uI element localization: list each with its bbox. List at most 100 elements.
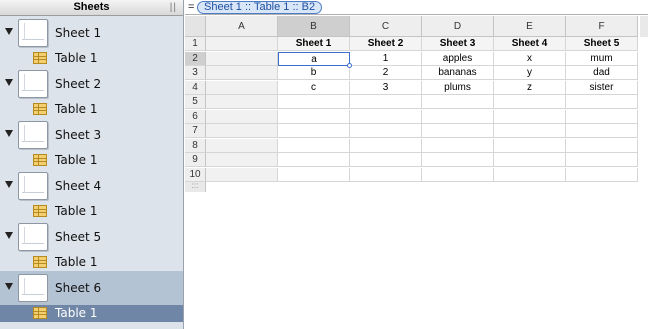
table-item[interactable]: Table 1 (0, 203, 183, 220)
table-cell[interactable]: 3 (350, 80, 422, 95)
table-cell[interactable] (566, 167, 638, 182)
table-cell[interactable] (494, 138, 566, 153)
formula-bar[interactable]: = Sheet 1 :: Table 1 :: B2 (185, 0, 648, 15)
table-cell[interactable]: plums (422, 80, 494, 95)
table-cell[interactable]: mum (566, 51, 638, 66)
table-cell[interactable] (206, 51, 278, 66)
table-cell[interactable] (422, 124, 494, 138)
table-cell[interactable] (206, 138, 278, 153)
disclosure-triangle-icon[interactable] (5, 28, 13, 35)
selection-fill-handle[interactable] (347, 63, 352, 68)
table-cell[interactable]: b (278, 66, 350, 80)
disclosure-triangle-icon[interactable] (5, 283, 13, 290)
table-cell[interactable] (350, 153, 422, 167)
table-cell[interactable] (206, 95, 278, 109)
table-cell[interactable] (422, 95, 494, 109)
table-cell[interactable]: bananas (422, 66, 494, 80)
table-cell[interactable]: y (494, 66, 566, 80)
row-header[interactable]: 3 (185, 66, 206, 80)
table-cell[interactable]: 1 (350, 51, 422, 66)
header-cell[interactable]: Sheet 2 (350, 37, 422, 51)
table-cell[interactable] (566, 109, 638, 124)
table-cell[interactable] (278, 124, 350, 138)
table-item[interactable]: Table 1 (0, 50, 183, 67)
column-header[interactable]: F (566, 16, 638, 37)
sidebar-resize-grip[interactable]: || (170, 0, 177, 15)
header-cell[interactable]: Sheet 5 (566, 37, 638, 51)
table-cell[interactable] (206, 153, 278, 167)
sheet-item[interactable]: Sheet 5 (0, 220, 183, 254)
table-item[interactable]: Table 1 (0, 101, 183, 118)
table-item[interactable]: Table 1 (0, 254, 183, 271)
sheet-item[interactable]: Sheet 1 (0, 16, 183, 50)
row-header[interactable]: 1 (185, 37, 206, 51)
table-item[interactable]: Table 1 (0, 305, 183, 322)
table-cell[interactable] (422, 109, 494, 124)
sheet-item[interactable]: Sheet 4 (0, 169, 183, 203)
table-cell[interactable] (206, 167, 278, 182)
row-header[interactable]: 4 (185, 80, 206, 95)
table-cell[interactable] (206, 109, 278, 124)
table-cell[interactable] (350, 124, 422, 138)
row-header[interactable]: 9 (185, 153, 206, 167)
row-header[interactable]: 5 (185, 95, 206, 109)
table-cell[interactable]: x (494, 51, 566, 66)
column-header[interactable]: E (494, 16, 566, 37)
sheet-item[interactable]: Sheet 2 (0, 67, 183, 101)
header-cell[interactable]: Sheet 4 (494, 37, 566, 51)
table-cell[interactable] (350, 138, 422, 153)
column-header[interactable]: D (422, 16, 494, 37)
table-cell[interactable] (278, 95, 350, 109)
column-header[interactable]: B (278, 16, 350, 37)
row-header[interactable]: 8 (185, 138, 206, 153)
table-cell[interactable] (278, 109, 350, 124)
table-cell[interactable] (350, 167, 422, 182)
table-cell[interactable] (206, 124, 278, 138)
table-cell[interactable] (566, 153, 638, 167)
disclosure-triangle-icon[interactable] (5, 79, 13, 86)
table-cell[interactable]: dad (566, 66, 638, 80)
table-cell[interactable] (206, 80, 278, 95)
table-cell[interactable]: z (494, 80, 566, 95)
table-cell[interactable]: sister (566, 80, 638, 95)
table-cell[interactable] (566, 138, 638, 153)
table-cell[interactable] (278, 153, 350, 167)
row-header[interactable]: 7 (185, 124, 206, 138)
table-cell[interactable] (278, 138, 350, 153)
table-cell[interactable] (494, 124, 566, 138)
row-header[interactable]: 10 (185, 167, 206, 182)
table-cell[interactable] (566, 95, 638, 109)
table-cell[interactable] (350, 95, 422, 109)
table-cell[interactable]: c (278, 80, 350, 95)
table-cell[interactable] (494, 167, 566, 182)
disclosure-triangle-icon[interactable] (5, 130, 13, 137)
table-cell[interactable]: apples (422, 51, 494, 66)
table-item[interactable]: Table 1 (0, 152, 183, 169)
table-cell[interactable] (566, 124, 638, 138)
table-cell[interactable] (422, 167, 494, 182)
disclosure-triangle-icon[interactable] (5, 232, 13, 239)
table-cell[interactable] (422, 153, 494, 167)
table-corner-handle[interactable] (185, 16, 206, 37)
add-row-handle[interactable]: ::: (185, 182, 206, 192)
column-header[interactable]: C (350, 16, 422, 37)
sheet-item[interactable]: Sheet 3 (0, 118, 183, 152)
table-cell[interactable]: 2 (350, 66, 422, 80)
cell-reference-token[interactable]: Sheet 1 :: Table 1 :: B2 (197, 1, 323, 14)
table-cell[interactable]: a (278, 51, 350, 66)
add-column-handle[interactable] (640, 16, 648, 37)
row-header[interactable]: 2 (185, 51, 206, 66)
table-cell[interactable] (494, 95, 566, 109)
header-cell[interactable]: Sheet 1 (278, 37, 350, 51)
header-cell[interactable]: Sheet 3 (422, 37, 494, 51)
table-cell[interactable] (494, 109, 566, 124)
sheet-item[interactable]: Sheet 6 (0, 271, 183, 305)
table-cell[interactable] (350, 109, 422, 124)
row-header[interactable]: 6 (185, 109, 206, 124)
table-cell[interactable] (206, 66, 278, 80)
table-cell[interactable] (278, 167, 350, 182)
disclosure-triangle-icon[interactable] (5, 181, 13, 188)
table-cell[interactable] (422, 138, 494, 153)
column-header[interactable]: A (206, 16, 278, 37)
table-cell[interactable] (494, 153, 566, 167)
